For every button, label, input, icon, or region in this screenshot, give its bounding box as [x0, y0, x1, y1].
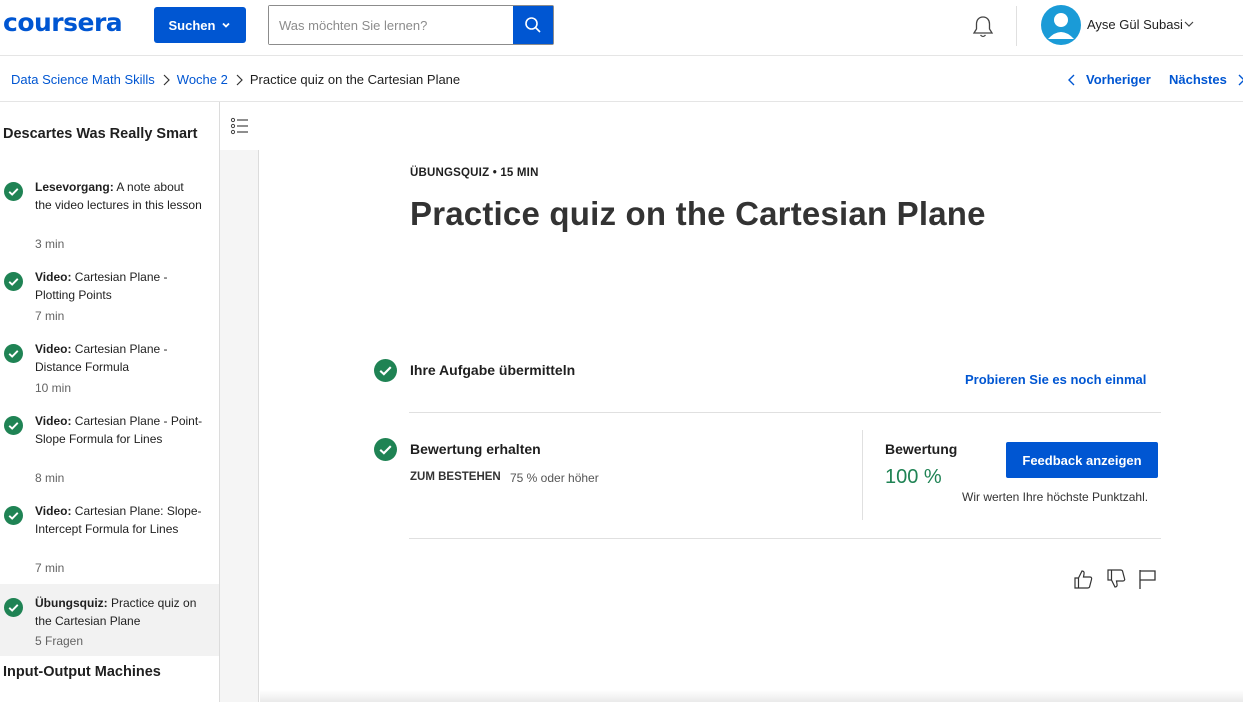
search-icon: [525, 17, 541, 33]
grade-step-title: Bewertung erhalten: [410, 441, 541, 457]
sidebar-item-label: Video: Cartesian Plane - Point-Slope For…: [35, 414, 203, 446]
check-circle-icon: [374, 438, 397, 461]
sidebar-item-video-plotting[interactable]: Video: Cartesian Plane - Plotting Points…: [0, 264, 219, 330]
sidebar-item-video-distance[interactable]: Video: Cartesian Plane - Distance Formul…: [0, 336, 219, 402]
next-module-title[interactable]: Input-Output Machines: [3, 662, 213, 682]
check-circle-icon: [4, 506, 23, 525]
thumbs-down-icon[interactable]: [1105, 568, 1127, 590]
search-bar: [268, 5, 554, 45]
check-circle-icon: [374, 359, 397, 382]
search-input[interactable]: [269, 6, 513, 44]
bell-icon[interactable]: [970, 14, 996, 40]
breadcrumb-course[interactable]: Data Science Math Skills: [11, 72, 155, 87]
quiz-kicker: ÜBUNGSQUIZ • 15 MIN: [410, 167, 539, 179]
previous-button[interactable]: Vorheriger: [1066, 72, 1151, 87]
sidebar-item-duration: 8 min: [35, 471, 65, 485]
previous-label: Vorheriger: [1086, 72, 1151, 87]
course-sidebar: Descartes Was Really Smart Lesevorgang: …: [0, 102, 219, 702]
pass-value: 75 % oder höher: [510, 471, 599, 485]
thumbs-up-icon[interactable]: [1072, 568, 1094, 590]
breadcrumb: Data Science Math Skills Woche 2 Practic…: [11, 72, 460, 87]
avatar[interactable]: [1041, 5, 1081, 45]
outline-toggle-column: [219, 102, 259, 702]
sidebar-item-duration: 7 min: [35, 561, 65, 575]
check-circle-icon: [4, 182, 23, 201]
divider: [409, 538, 1161, 539]
page-title: Practice quiz on the Cartesian Plane: [410, 195, 986, 232]
sidebar-item-label: Video: Cartesian Plane - Distance Formul…: [35, 342, 168, 374]
search-button[interactable]: [513, 6, 553, 44]
sidebar-item-duration: 3 min: [35, 237, 65, 251]
module-title: Descartes Was Really Smart: [3, 126, 198, 142]
header-divider: [1016, 6, 1017, 46]
sidebar-item-reading[interactable]: Lesevorgang: A note about the video lect…: [0, 174, 219, 258]
sidebar-item-practice-quiz[interactable]: Übungsquiz: Practice quiz on the Cartesi…: [0, 584, 219, 656]
sidebar-item-video-point-slope[interactable]: Video: Cartesian Plane - Point-Slope For…: [0, 408, 219, 492]
sidebar-item-duration: 10 min: [35, 381, 72, 395]
check-circle-icon: [4, 272, 23, 291]
avatar-icon: [1048, 13, 1074, 39]
check-circle-icon: [4, 344, 23, 363]
grade-note: Wir werten Ihre höchste Punktzahl.: [962, 490, 1149, 504]
pass-label: ZUM BESTEHEN: [410, 471, 501, 483]
sidebar-item-label: Lesevorgang: A note about the video lect…: [35, 180, 202, 212]
check-circle-icon: [4, 416, 23, 435]
sidebar-item-duration: 5 Fragen: [35, 634, 84, 648]
chevron-down-icon[interactable]: [1183, 18, 1195, 30]
outline-toggle-button[interactable]: [220, 102, 259, 150]
bottom-shadow: [260, 690, 1243, 702]
flag-icon[interactable]: [1137, 568, 1159, 590]
sidebar-item-label: Video: Cartesian Plane - Plotting Points: [35, 270, 168, 302]
retry-link[interactable]: Probieren Sie es noch einmal: [965, 372, 1146, 387]
sidebar-item-label: Video: Cartesian Plane: Slope-Intercept …: [35, 504, 202, 536]
chevron-down-icon: [222, 22, 231, 28]
user-name[interactable]: Ayse Gül Subasi: [1087, 17, 1183, 32]
grade-divider: [862, 430, 863, 520]
coursera-logo[interactable]: coursera: [3, 8, 123, 37]
suchen-button[interactable]: Suchen: [154, 7, 246, 43]
submit-step-title: Ihre Aufgabe übermitteln: [410, 362, 576, 378]
top-navigation-bar: coursera Suchen Ayse Gül Subasi: [0, 0, 1243, 56]
grade-value: 100 %: [885, 466, 942, 488]
grade-label: Bewertung: [885, 441, 958, 457]
next-button[interactable]: Nächstes: [1169, 72, 1243, 87]
breadcrumb-current: Practice quiz on the Cartesian Plane: [249, 72, 461, 87]
next-label: Nächstes: [1169, 72, 1227, 87]
chevron-right-icon: [163, 74, 170, 85]
check-circle-icon: [4, 598, 23, 617]
sidebar-item-duration: 7 min: [35, 309, 65, 323]
breadcrumb-week[interactable]: Woche 2: [177, 72, 228, 87]
feedback-button[interactable]: Feedback anzeigen: [1006, 442, 1158, 478]
chevron-left-icon: [1068, 74, 1075, 85]
divider: [409, 412, 1161, 413]
chevron-right-icon: [236, 74, 243, 85]
chevron-right-icon: [1238, 74, 1243, 85]
sidebar-item-video-slope-intercept[interactable]: Video: Cartesian Plane: Slope-Intercept …: [0, 498, 219, 582]
list-icon: [230, 117, 248, 135]
suchen-label: Suchen: [168, 17, 216, 33]
breadcrumb-bar: Data Science Math Skills Woche 2 Practic…: [0, 57, 1243, 102]
sidebar-item-label: Übungsquiz: Practice quiz on the Cartesi…: [35, 596, 197, 628]
